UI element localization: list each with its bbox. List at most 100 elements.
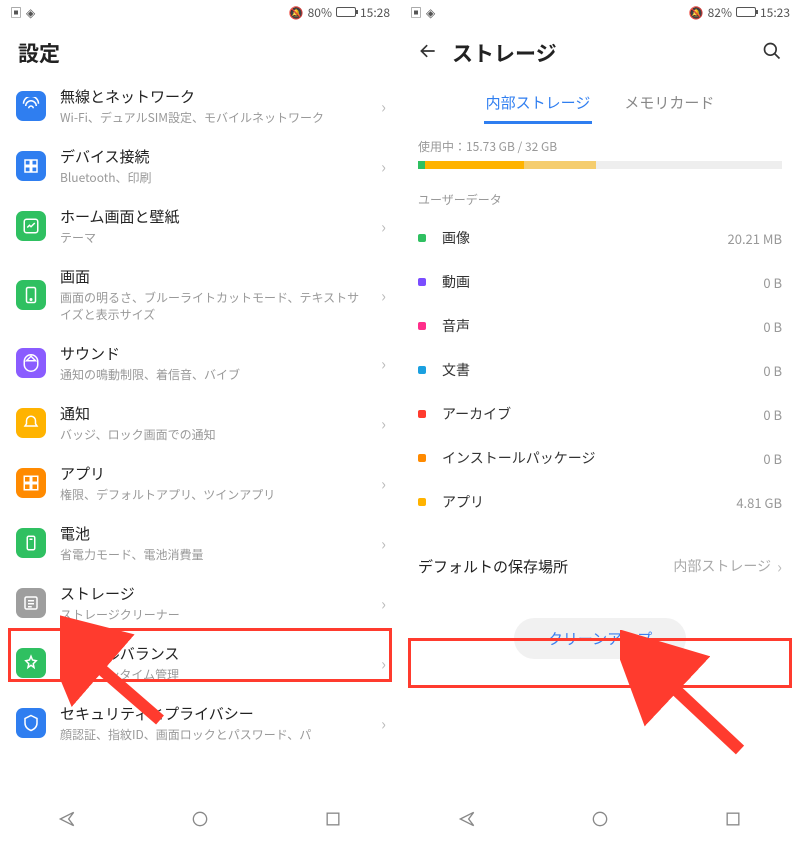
cleanup-button[interactable]: クリーンアップ — [514, 618, 686, 659]
row-title: セキュリティとプライバシー — [60, 703, 367, 724]
row-icon — [16, 708, 46, 738]
settings-row-2[interactable]: ホーム画面と壁紙テーマ› — [0, 196, 400, 256]
category-value: 0 B — [763, 273, 782, 292]
status-bar: ▣ ◈ 🔕 80% 15:28 — [0, 0, 400, 24]
chevron-right-icon: › — [381, 214, 386, 238]
row-title: サウンド — [60, 343, 367, 364]
category-color-dot — [418, 366, 426, 374]
chevron-right-icon: › — [381, 94, 386, 118]
nav-recent-icon[interactable] — [323, 809, 343, 834]
row-icon — [16, 151, 46, 181]
category-row[interactable]: 動画0 B — [400, 260, 800, 304]
mute-icon: 🔕 — [689, 4, 704, 21]
chevron-right-icon: › — [381, 471, 386, 495]
settings-row-6[interactable]: アプリ権限、デフォルトアプリ、ツインアプリ› — [0, 453, 400, 513]
category-name: インストールパッケージ — [442, 448, 763, 468]
category-value: 0 B — [763, 449, 782, 468]
status-bar: ▣ ◈ 🔕 82% 15:23 — [400, 0, 800, 24]
chevron-right-icon: › — [381, 351, 386, 375]
android-nav — [0, 798, 400, 844]
category-name: アプリ — [442, 492, 736, 512]
category-row[interactable]: アプリ4.81 GB — [400, 480, 800, 524]
battery-pct: 82% — [708, 4, 732, 21]
category-row[interactable]: アーカイブ0 B — [400, 392, 800, 436]
row-subtitle: 顔認証、指紋ID、画面ロックとパスワード、パ — [60, 726, 367, 743]
chevron-right-icon: › — [381, 531, 386, 555]
category-list: 画像20.21 MB動画0 B音声0 B文書0 Bアーカイブ0 Bインストールパ… — [400, 216, 800, 524]
category-value: 0 B — [763, 317, 782, 336]
row-title: ストレージ — [60, 583, 367, 604]
default-location-value: 内部ストレージ — [673, 556, 771, 576]
category-value: 0 B — [763, 361, 782, 380]
row-subtitle: Wi-Fi、デュアルSIM設定、モバイルネットワーク — [60, 109, 367, 126]
category-name: 文書 — [442, 360, 763, 380]
category-value: 4.81 GB — [736, 493, 782, 512]
usage-bar — [418, 161, 782, 169]
row-icon — [16, 588, 46, 618]
page-title: 設定 — [18, 38, 60, 68]
settings-row-10[interactable]: セキュリティとプライバシー顔認証、指紋ID、画面ロックとパスワード、パ › — [0, 693, 400, 753]
chevron-right-icon: › — [381, 283, 386, 307]
header: ストレージ — [400, 24, 800, 76]
clock: 15:28 — [360, 4, 390, 21]
storage-screen: ▣ ◈ 🔕 82% 15:23 ストレージ 内部ストレージ メモリカード 使用中… — [400, 0, 800, 844]
category-row[interactable]: インストールパッケージ0 B — [400, 436, 800, 480]
settings-row-4[interactable]: サウンド通知の鳴動制限、着信音、バイブ › — [0, 333, 400, 393]
settings-row-5[interactable]: 通知バッジ、ロック画面での通知› — [0, 393, 400, 453]
chevron-right-icon: › — [381, 154, 386, 178]
storage-tabs: 内部ストレージ メモリカード — [400, 76, 800, 124]
row-subtitle: Bluetooth、印刷 — [60, 169, 367, 186]
settings-list: 無線とネットワークWi-Fi、デュアルSIM設定、モバイルネットワーク›デバイス… — [0, 76, 400, 798]
category-color-dot — [418, 454, 426, 462]
usage-label: 使用中：15.73 GB / 32 GB — [400, 124, 800, 161]
sim-icon: ▣ — [410, 4, 422, 21]
tab-memory-card[interactable]: メモリカード — [622, 84, 716, 124]
settings-row-3[interactable]: 画面画面の明るさ、ブルーライトカットモード、テキストサイズと表示サイズ› — [0, 256, 400, 333]
category-row[interactable]: 画像20.21 MB — [400, 216, 800, 260]
row-title: アプリ — [60, 463, 367, 484]
category-color-dot — [418, 234, 426, 242]
row-title: 無線とネットワーク — [60, 86, 367, 107]
search-icon[interactable] — [762, 41, 782, 66]
battery-icon — [736, 7, 756, 17]
header: 設定 — [0, 24, 400, 76]
nav-recent-icon[interactable] — [723, 809, 743, 834]
settings-row-7[interactable]: 電池省電力モード、電池消費量› — [0, 513, 400, 573]
page-title: ストレージ — [452, 38, 557, 68]
row-subtitle: 通知の鳴動制限、着信音、バイブ — [60, 366, 367, 383]
chevron-right-icon: › — [381, 711, 386, 735]
user-data-label: ユーザーデータ — [400, 169, 800, 216]
nav-home-icon[interactable] — [590, 809, 610, 834]
row-title: 電池 — [60, 523, 367, 544]
row-icon — [16, 408, 46, 438]
category-color-dot — [418, 498, 426, 506]
default-location-row[interactable]: デフォルトの保存場所 内部ストレージ › — [400, 538, 800, 594]
settings-row-9[interactable]: デジタルバランススクリーンタイム管理› — [0, 633, 400, 693]
row-subtitle: 画面の明るさ、ブルーライトカットモード、テキストサイズと表示サイズ — [60, 289, 367, 323]
row-icon — [16, 648, 46, 678]
battery-icon — [336, 7, 356, 17]
row-icon — [16, 468, 46, 498]
row-title: デジタルバランス — [60, 643, 367, 664]
sim-icon: ▣ — [10, 4, 22, 21]
tab-internal-storage[interactable]: 内部ストレージ — [484, 84, 593, 124]
settings-row-8[interactable]: ストレージストレージクリーナー› — [0, 573, 400, 633]
nav-back-icon[interactable] — [57, 809, 77, 834]
settings-row-0[interactable]: 無線とネットワーク Wi-Fi、デュアルSIM設定、モバイルネットワーク › — [0, 76, 400, 136]
wifi-icon: ◈ — [426, 4, 435, 21]
row-subtitle: テーマ — [60, 229, 367, 246]
chevron-right-icon: › — [777, 554, 782, 578]
category-row[interactable]: 文書0 B — [400, 348, 800, 392]
category-value: 0 B — [763, 405, 782, 424]
row-icon — [16, 211, 46, 241]
back-icon[interactable] — [418, 41, 438, 66]
category-color-dot — [418, 322, 426, 330]
wifi-icon: ◈ — [26, 4, 35, 21]
nav-back-icon[interactable] — [457, 809, 477, 834]
chevron-right-icon: › — [381, 651, 386, 675]
mute-icon: 🔕 — [289, 4, 304, 21]
row-subtitle: バッジ、ロック画面での通知 — [60, 426, 367, 443]
nav-home-icon[interactable] — [190, 809, 210, 834]
settings-row-1[interactable]: デバイス接続Bluetooth、印刷› — [0, 136, 400, 196]
category-row[interactable]: 音声0 B — [400, 304, 800, 348]
